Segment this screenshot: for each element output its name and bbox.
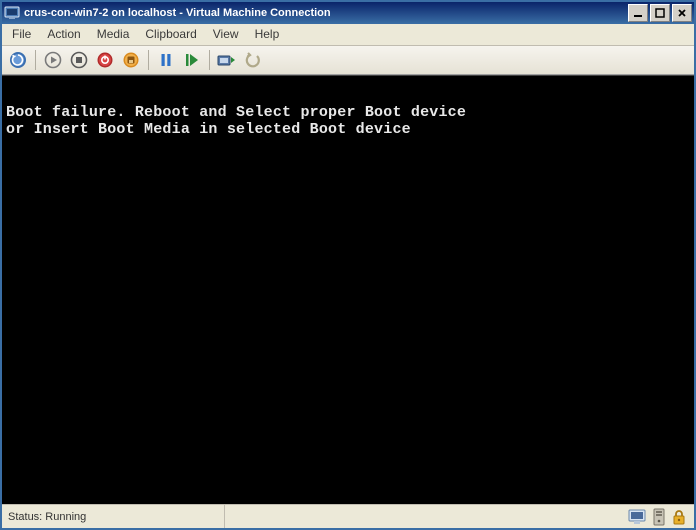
start-button[interactable]	[41, 48, 65, 72]
toolbar-separator	[148, 50, 149, 70]
revert-button[interactable]	[241, 48, 265, 72]
lock-icon	[672, 509, 686, 525]
titlebar: crus-con-win7-2 on localhost - Virtual M…	[2, 2, 694, 24]
close-button[interactable]	[672, 4, 692, 22]
status-icons	[628, 508, 694, 526]
menu-view[interactable]: View	[205, 24, 247, 45]
window-control-buttons	[628, 4, 692, 22]
server-icon	[652, 508, 666, 526]
status-label: Status: Running	[2, 505, 225, 528]
ctrl-alt-del-button[interactable]	[6, 48, 30, 72]
menu-action[interactable]: Action	[39, 24, 88, 45]
save-button[interactable]	[119, 48, 143, 72]
menubar: File Action Media Clipboard View Help	[2, 24, 694, 46]
snapshot-button[interactable]	[215, 48, 239, 72]
shutdown-button[interactable]	[93, 48, 117, 72]
statusbar: Status: Running	[2, 504, 694, 528]
toolbar-separator	[35, 50, 36, 70]
display-icon	[628, 509, 646, 525]
maximize-button[interactable]	[650, 4, 670, 22]
pause-button[interactable]	[154, 48, 178, 72]
window-title: crus-con-win7-2 on localhost - Virtual M…	[24, 7, 628, 19]
menu-media[interactable]: Media	[89, 24, 138, 45]
vm-connection-window: crus-con-win7-2 on localhost - Virtual M…	[0, 0, 696, 530]
menu-clipboard[interactable]: Clipboard	[137, 24, 204, 45]
toolbar	[2, 46, 694, 75]
reset-button[interactable]	[180, 48, 204, 72]
toolbar-separator	[209, 50, 210, 70]
boot-message: Boot failure. Reboot and Select proper B…	[6, 104, 466, 138]
minimize-button[interactable]	[628, 4, 648, 22]
turn-off-button[interactable]	[67, 48, 91, 72]
menu-help[interactable]: Help	[247, 24, 288, 45]
menu-file[interactable]: File	[4, 24, 39, 45]
vm-display[interactable]: Boot failure. Reboot and Select proper B…	[2, 75, 694, 504]
app-icon	[4, 5, 20, 21]
